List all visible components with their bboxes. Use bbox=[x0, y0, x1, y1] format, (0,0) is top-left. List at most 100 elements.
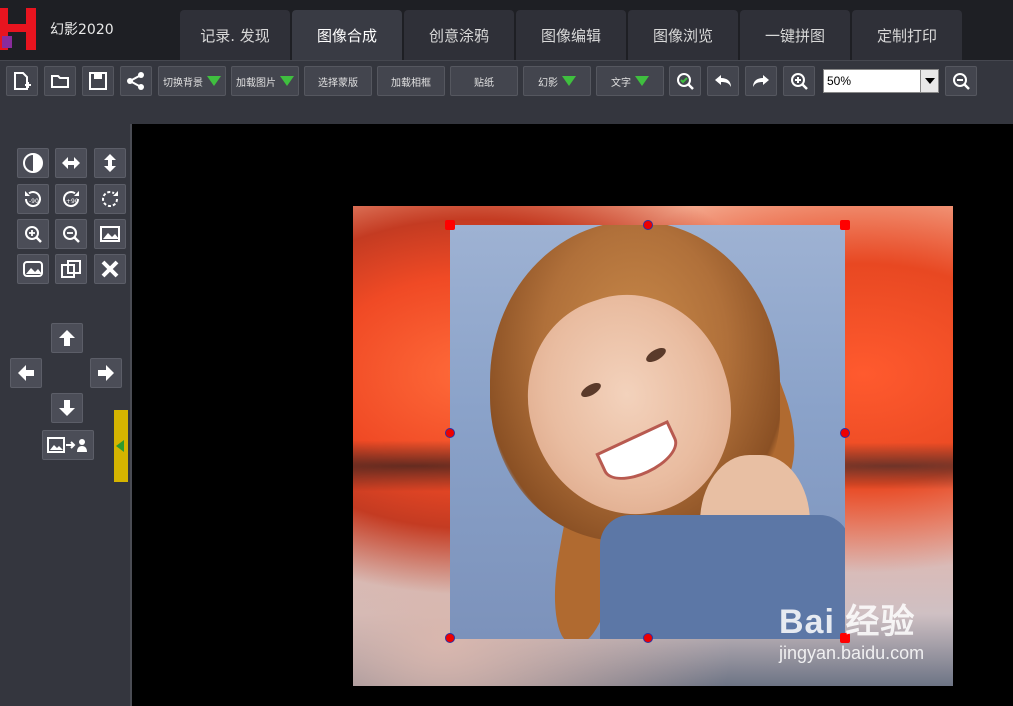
close-icon bbox=[101, 260, 119, 278]
resize-handle-top-right[interactable] bbox=[840, 220, 850, 230]
sticker-button[interactable]: 贴纸 bbox=[450, 66, 518, 96]
phantom-label: 幻影 bbox=[538, 77, 558, 89]
switch-background-dropdown[interactable]: 切换背景 bbox=[158, 66, 226, 96]
folder-icon bbox=[51, 75, 69, 88]
flip-horizontal-button[interactable] bbox=[55, 148, 87, 178]
child-photo-layer[interactable] bbox=[450, 225, 845, 639]
tab-custom-print[interactable]: 定制打印 bbox=[852, 10, 962, 60]
app-window: 幻影2020 记录. 发现 图像合成 创意涂鸦 图像编辑 图像浏览 一键拼图 定… bbox=[0, 0, 1013, 706]
magic-search-icon bbox=[677, 73, 694, 90]
move-left-button[interactable] bbox=[10, 358, 42, 388]
chevron-down-icon[interactable] bbox=[920, 70, 938, 92]
tab-record-discover[interactable]: 记录. 发现 bbox=[180, 10, 290, 60]
load-image-label: 加载图片 bbox=[236, 77, 276, 89]
resize-handle-left[interactable] bbox=[445, 428, 455, 438]
svg-text:+90: +90 bbox=[66, 198, 79, 205]
share-icon bbox=[127, 72, 144, 90]
copy-layer-button[interactable] bbox=[55, 254, 87, 284]
tab-image-browse[interactable]: 图像浏览 bbox=[628, 10, 738, 60]
rotate-left-90-icon: -90 bbox=[24, 191, 41, 208]
resize-handle-bottom-left[interactable] bbox=[445, 633, 455, 643]
copy-icon bbox=[61, 260, 81, 278]
resize-handle-top[interactable] bbox=[643, 220, 653, 230]
magic-search-button[interactable] bbox=[669, 66, 701, 96]
redo-icon bbox=[753, 75, 769, 87]
person-to-image-icon bbox=[47, 437, 87, 453]
save-icon bbox=[89, 72, 107, 90]
zoom-in-icon bbox=[791, 73, 808, 90]
arrow-down-icon bbox=[59, 400, 75, 416]
flip-vertical-button[interactable] bbox=[94, 148, 126, 178]
zoom-out-icon bbox=[953, 73, 970, 90]
arrow-left-icon bbox=[116, 440, 124, 452]
dropdown-arrow-icon bbox=[635, 76, 649, 86]
zoom-in-button[interactable] bbox=[783, 66, 815, 96]
arrow-up-icon bbox=[59, 330, 75, 346]
rotate-free-icon bbox=[102, 191, 119, 208]
rotate-left-90-button[interactable]: -90 bbox=[17, 184, 49, 214]
flip-horizontal-icon bbox=[62, 157, 80, 169]
dropdown-arrow-icon bbox=[280, 76, 294, 86]
load-frame-button[interactable]: 加载相框 bbox=[377, 66, 445, 96]
tab-creative-doodle[interactable]: 创意涂鸦 bbox=[404, 10, 514, 60]
canvas-area[interactable]: Bai 经验 jingyan.baidu.com bbox=[134, 124, 1013, 706]
zoom-out-button[interactable] bbox=[945, 66, 977, 96]
arrow-left-icon bbox=[18, 365, 34, 381]
redo-button[interactable] bbox=[745, 66, 777, 96]
new-file-button[interactable] bbox=[6, 66, 38, 96]
undo-icon bbox=[715, 75, 731, 87]
title-bar: 幻影2020 记录. 发现 图像合成 创意涂鸦 图像编辑 图像浏览 一键拼图 定… bbox=[0, 0, 1013, 60]
share-button[interactable] bbox=[120, 66, 152, 96]
watermark-url: jingyan.baidu.com bbox=[779, 643, 925, 663]
rotate-right-90-icon: +90 bbox=[63, 191, 80, 208]
resize-handle-right[interactable] bbox=[840, 428, 850, 438]
main-tabs: 记录. 发现 图像合成 创意涂鸦 图像编辑 图像浏览 一键拼图 定制打印 bbox=[180, 10, 964, 60]
zoom-value: 50% bbox=[827, 74, 852, 88]
text-dropdown[interactable]: 文字 bbox=[596, 66, 664, 96]
move-down-button[interactable] bbox=[51, 393, 83, 423]
delete-button[interactable] bbox=[94, 254, 126, 284]
open-folder-button[interactable] bbox=[44, 66, 76, 96]
arrow-right-icon bbox=[98, 365, 114, 381]
text-label: 文字 bbox=[611, 77, 631, 89]
contrast-icon bbox=[23, 153, 43, 173]
rotate-right-90-button[interactable]: +90 bbox=[55, 184, 87, 214]
image-landscape-icon bbox=[23, 261, 43, 277]
left-tool-panel: -90 +90 bbox=[0, 124, 132, 706]
shrink-button[interactable] bbox=[55, 219, 87, 249]
image-adjust-button[interactable] bbox=[17, 254, 49, 284]
flip-vertical-icon bbox=[104, 154, 116, 172]
enlarge-button[interactable] bbox=[17, 219, 49, 249]
app-logo bbox=[0, 8, 40, 50]
undo-button[interactable] bbox=[707, 66, 739, 96]
fit-image-button[interactable] bbox=[94, 219, 126, 249]
select-template-button[interactable]: 选择蒙版 bbox=[304, 66, 372, 96]
resize-handle-bottom[interactable] bbox=[643, 633, 653, 643]
load-image-dropdown[interactable]: 加载图片 bbox=[231, 66, 299, 96]
rotate-free-button[interactable] bbox=[94, 184, 126, 214]
switch-background-label: 切换背景 bbox=[163, 77, 203, 89]
phantom-dropdown[interactable]: 幻影 bbox=[523, 66, 591, 96]
zoom-select[interactable]: 50% bbox=[823, 69, 939, 93]
resize-handle-top-left[interactable] bbox=[445, 220, 455, 230]
panel-collapse-handle[interactable] bbox=[114, 410, 128, 482]
move-up-button[interactable] bbox=[51, 323, 83, 353]
person-to-image-button[interactable] bbox=[42, 430, 94, 460]
dropdown-arrow-icon bbox=[562, 76, 576, 86]
tab-one-click-collage[interactable]: 一键拼图 bbox=[740, 10, 850, 60]
toolbar: 切换背景 加载图片 选择蒙版 加载相框 贴纸 幻影 文字 50% bbox=[0, 60, 1013, 124]
image-icon bbox=[100, 226, 120, 242]
baidu-watermark: Bai 经验 jingyan.baidu.com bbox=[779, 594, 924, 664]
zoom-out-icon bbox=[63, 226, 80, 243]
new-file-icon bbox=[14, 72, 31, 90]
watermark-brand: Bai 经验 bbox=[779, 603, 916, 641]
half-contrast-button[interactable] bbox=[17, 148, 49, 178]
save-button[interactable] bbox=[82, 66, 114, 96]
svg-text:-90: -90 bbox=[29, 198, 39, 205]
toolbar-row: 切换背景 加载图片 选择蒙版 加载相框 贴纸 幻影 文字 50% bbox=[6, 66, 983, 96]
tab-image-edit[interactable]: 图像编辑 bbox=[516, 10, 626, 60]
move-right-button[interactable] bbox=[90, 358, 122, 388]
tab-image-compose[interactable]: 图像合成 bbox=[292, 10, 402, 60]
app-title: 幻影2020 bbox=[50, 22, 114, 38]
dropdown-arrow-icon bbox=[207, 76, 221, 86]
